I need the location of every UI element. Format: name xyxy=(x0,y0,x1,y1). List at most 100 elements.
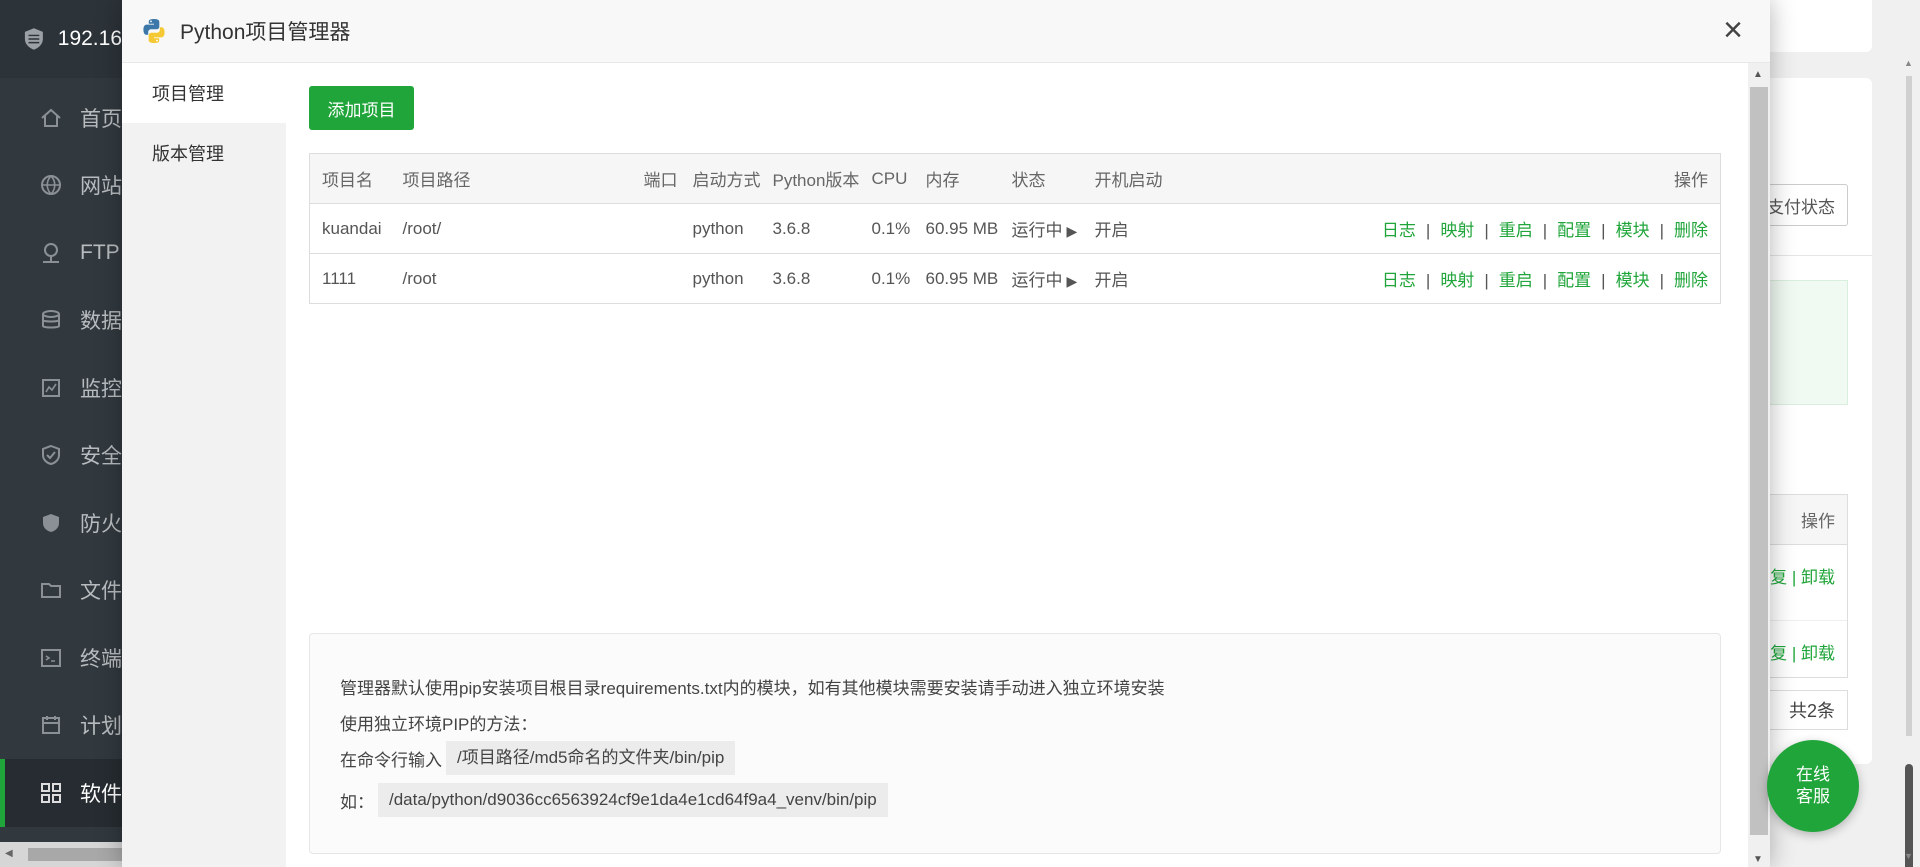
cell-version: 3.6.8 xyxy=(760,253,860,304)
modal-content: 添加项目 项目名 项目路径 端口 启动方式 Python版本 CPU 内存 状态… xyxy=(286,63,1770,867)
scroll-down-icon[interactable]: ▼ xyxy=(1904,851,1913,861)
col-header-actions: 操作 xyxy=(1182,153,1721,204)
nav-item-home[interactable]: 首页 xyxy=(0,84,122,152)
folder-icon xyxy=(41,583,61,599)
log-link[interactable]: 日志 xyxy=(1382,271,1416,290)
module-link[interactable]: 模块 xyxy=(1616,221,1650,240)
cell-name: kuandai xyxy=(309,203,391,254)
info-line: 如：/data/python/d9036cc6563924cf9e1da4e1c… xyxy=(340,782,1720,818)
col-header-cpu: CPU xyxy=(859,153,914,204)
background-divider xyxy=(1770,255,1872,256)
separator: | xyxy=(1659,271,1664,290)
separator: | xyxy=(1425,221,1431,240)
pip-path-code: /项目路径/md5命名的文件夹/bin/pip xyxy=(446,741,736,775)
cell-memory: 60.95 MB xyxy=(913,203,1000,254)
cell-boot-toggle[interactable]: 开启 xyxy=(1082,203,1183,254)
cell-version: 3.6.8 xyxy=(760,203,860,254)
delete-link[interactable]: 删除 xyxy=(1674,221,1708,240)
separator: | xyxy=(1542,221,1548,240)
nav-item-firewall[interactable]: 防火 xyxy=(0,489,122,557)
cell-status[interactable]: 运行中 ▶ xyxy=(999,203,1083,254)
col-header-name: 项目名 xyxy=(309,153,391,204)
scroll-up-icon[interactable]: ▲ xyxy=(1904,58,1913,68)
pip-info-box: 管理器默认使用pip安装项目根目录requirements.txt内的模块，如有… xyxy=(309,633,1721,854)
scroll-left-icon[interactable]: ◀ xyxy=(5,848,13,859)
scroll-up-icon[interactable]: ▲ xyxy=(1753,69,1763,80)
content-scrollbar[interactable]: ▲ ▼ xyxy=(1748,63,1770,867)
cell-path-link[interactable]: /root/ xyxy=(390,203,632,254)
nav-item-monitor[interactable]: 监控 xyxy=(0,354,122,422)
nav-label: 软件 xyxy=(80,782,122,806)
pip-example-code: /data/python/d9036cc6563924cf9e1da4e1cd6… xyxy=(378,783,888,817)
calendar-icon xyxy=(42,716,60,735)
mapping-link[interactable]: 映射 xyxy=(1440,221,1474,240)
col-header-status: 状态 xyxy=(999,153,1083,204)
col-header-path: 项目路径 xyxy=(390,153,632,204)
config-link[interactable]: 配置 xyxy=(1557,271,1591,290)
scroll-down-icon[interactable]: ▼ xyxy=(1753,854,1763,865)
background-vertical-scrollbar[interactable]: ▲ ▼ xyxy=(1898,52,1920,867)
module-link[interactable]: 模块 xyxy=(1616,271,1650,290)
delete-link[interactable]: 删除 xyxy=(1674,271,1708,290)
nav-label: 防火 xyxy=(80,512,122,536)
restart-link[interactable]: 重启 xyxy=(1499,271,1533,290)
nav-item-software[interactable]: 软件 xyxy=(0,759,122,827)
col-header-memory: 内存 xyxy=(913,153,1000,204)
nav-label: 文件 xyxy=(80,580,122,604)
table-row: kuandai /root/ python 3.6.8 0.1% 60.95 M… xyxy=(309,203,1721,254)
nav-item-website[interactable]: 网站 xyxy=(0,152,122,220)
nav-item-security[interactable]: 安全 xyxy=(0,422,122,490)
nav-item-files[interactable]: 文件 xyxy=(0,557,122,625)
online-service-button[interactable]: 在线 客服 xyxy=(1767,740,1859,832)
online-service-label: 客服 xyxy=(1796,787,1830,806)
scrollbar-thumb[interactable] xyxy=(28,848,122,861)
col-header-boot: 开机启动 xyxy=(1082,153,1183,204)
background-pay-status-button[interactable]: 支付状态 xyxy=(1760,184,1848,226)
grid-icon xyxy=(41,782,61,803)
log-link[interactable]: 日志 xyxy=(1382,221,1416,240)
cell-port xyxy=(631,203,681,254)
separator: | xyxy=(1659,221,1664,240)
side-item-version-management[interactable]: 版本管理 xyxy=(122,123,286,183)
nav-label: FTP xyxy=(80,240,120,264)
nav-label: 计划 xyxy=(80,715,122,739)
cell-actions: 日志 | 映射 | 重启 | 配置 | 模块 | 删除 xyxy=(1182,253,1721,304)
table-row: 1111 /root python 3.6.8 0.1% 60.95 MB 运行… xyxy=(309,253,1721,304)
cell-cpu: 0.1% xyxy=(859,253,914,304)
modal-title: Python项目管理器 xyxy=(180,21,351,44)
background-table-row[interactable]: 复 | 卸载 xyxy=(1770,545,1847,621)
play-icon: ▶ xyxy=(1066,223,1078,239)
col-header-start: 启动方式 xyxy=(680,153,761,204)
background-horizontal-scrollbar[interactable]: ◀ xyxy=(0,842,122,867)
nav-item-ftp[interactable]: FTP xyxy=(0,219,122,287)
nav-item-schedule[interactable]: 计划 xyxy=(0,692,122,760)
monitor-icon xyxy=(42,378,60,397)
modal-side-menu: 项目管理 版本管理 xyxy=(122,63,286,867)
add-project-button[interactable]: 添加项目 xyxy=(309,86,414,130)
cell-status[interactable]: 运行中 ▶ xyxy=(999,253,1083,304)
side-item-project-management[interactable]: 项目管理 xyxy=(122,63,286,123)
scrollbar-thumb[interactable] xyxy=(1750,87,1768,835)
cell-boot-toggle[interactable]: 开启 xyxy=(1082,253,1183,304)
nav-item-database[interactable]: 数据 xyxy=(0,287,122,355)
separator: | xyxy=(1542,271,1548,290)
mapping-link[interactable]: 映射 xyxy=(1440,271,1474,290)
info-label: 如： xyxy=(340,792,374,812)
nav-label: 网站 xyxy=(80,175,122,199)
status-label: 运行中 xyxy=(1011,221,1063,240)
close-icon[interactable]: × xyxy=(1718,13,1748,47)
background-brand: 192.16 xyxy=(0,0,122,78)
restart-link[interactable]: 重启 xyxy=(1499,221,1533,240)
info-text: 使用独立环境PIP的方法： xyxy=(340,714,538,734)
projects-table: 项目名 项目路径 端口 启动方式 Python版本 CPU 内存 状态 开机启动… xyxy=(309,153,1721,304)
play-icon: ▶ xyxy=(1066,273,1078,289)
separator: | xyxy=(1601,271,1606,290)
background-table-row[interactable]: 复 | 卸载 xyxy=(1770,621,1847,677)
nav-item-terminal[interactable]: 终端 xyxy=(0,624,122,692)
cell-start: python xyxy=(680,203,761,254)
separator: | xyxy=(1484,221,1489,240)
separator: | xyxy=(1484,271,1489,290)
config-link[interactable]: 配置 xyxy=(1557,221,1591,240)
cell-path-link[interactable]: /root xyxy=(390,253,632,304)
nav-label: 终端 xyxy=(80,647,122,671)
